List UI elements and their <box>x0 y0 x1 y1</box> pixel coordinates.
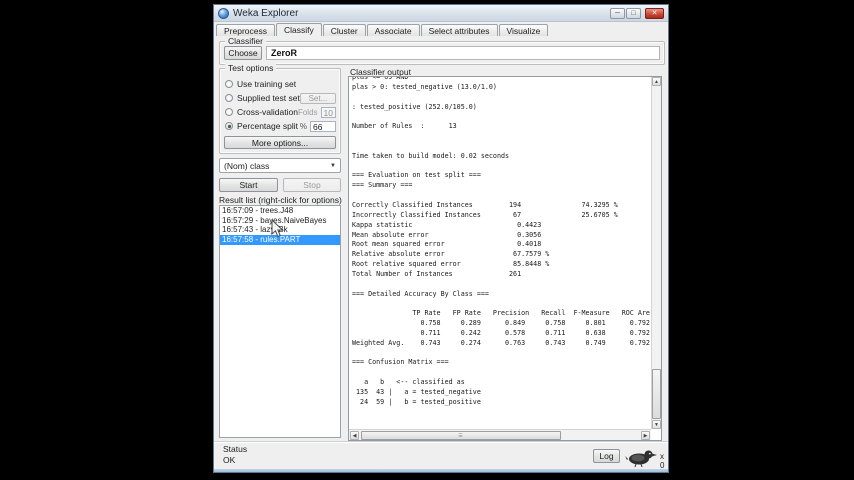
result-item[interactable]: 16:57:09 - trees.J48 <box>220 206 340 216</box>
minimize-button[interactable]: ─ <box>610 7 625 19</box>
choose-classifier-button[interactable]: Choose <box>224 46 262 60</box>
radio-icon[interactable] <box>225 94 233 102</box>
radio-icon[interactable] <box>225 108 233 116</box>
test-option-label: Cross-validation <box>237 107 298 117</box>
scroll-down-icon[interactable]: ▼ <box>652 420 661 429</box>
test-option-supplied-test-set[interactable]: Supplied test set Set... <box>224 91 336 105</box>
maximize-button[interactable]: □ <box>626 7 641 19</box>
classifier-output-text: plas <= 69 AND plas > 0: tested_negative… <box>352 76 650 406</box>
percentage-split-value-field[interactable]: 66 <box>310 120 336 132</box>
test-options-group-label: Test options <box>225 63 277 73</box>
status-bar: Status OK Log x 0 <box>214 441 668 470</box>
classifier-group-label: Classifier <box>225 36 266 46</box>
radio-icon[interactable] <box>225 80 233 88</box>
classifier-scheme-field[interactable]: ZeroR <box>266 46 660 60</box>
test-options-group: Test options Use training set Supplied te… <box>219 63 341 154</box>
start-button[interactable]: Start <box>219 178 278 192</box>
scroll-right-icon[interactable]: ▶ <box>641 431 650 440</box>
set-test-set-button[interactable]: Set... <box>299 92 336 104</box>
class-attribute-dropdown[interactable]: (Nom) class ▼ <box>219 158 341 173</box>
horizontal-scroll-thumb[interactable]: ☰ <box>361 431 561 440</box>
cross-validation-value-field[interactable]: 10 <box>320 106 336 118</box>
classifier-group: Classifier Choose ZeroR <box>219 36 665 65</box>
grip-dots-icon: ☰ <box>458 432 464 439</box>
test-options-list: Use training set Supplied test set Set... C… <box>224 77 336 133</box>
test-option-label: Supplied test set <box>237 93 300 103</box>
tab-bar: Preprocess Classify Cluster Associate Select… <box>216 23 666 36</box>
tab-preprocess[interactable]: Preprocess <box>216 24 275 36</box>
mouse-cursor <box>271 218 284 243</box>
horizontal-scrollbar[interactable]: ◀ ☰ ▶ <box>349 429 651 440</box>
tab-visualize[interactable]: Visualize <box>498 24 549 36</box>
test-option-cross-validation[interactable]: Cross-validation Folds 10 <box>224 105 336 119</box>
more-options-button[interactable]: More options... <box>224 136 336 149</box>
vertical-scrollbar[interactable]: ▲ ▼ <box>651 77 661 429</box>
status-label: Status <box>223 444 248 454</box>
weka-app-icon <box>218 7 229 19</box>
radio-icon[interactable] <box>225 122 233 130</box>
log-button[interactable]: Log <box>593 449 620 463</box>
scroll-left-icon[interactable]: ◀ <box>350 431 359 440</box>
tab-select-attributes[interactable]: Select attributes <box>420 24 498 36</box>
window-controls: ─ □ ✕ <box>610 7 664 19</box>
folds-label: Folds <box>297 107 318 117</box>
stop-button[interactable]: Stop <box>283 178 341 192</box>
test-option-use-training-set[interactable]: Use training set <box>224 77 336 91</box>
tab-cluster[interactable]: Cluster <box>322 24 366 36</box>
window-bottom-border <box>214 469 668 472</box>
test-option-label: Percentage split <box>237 121 298 131</box>
classifier-output-panel: plas <= 69 AND plas > 0: tested_negative… <box>348 76 662 441</box>
scroll-up-icon[interactable]: ▲ <box>652 77 661 86</box>
title-bar[interactable]: Weka Explorer ─ □ ✕ <box>214 5 668 22</box>
weka-bird-counter: x 0 <box>660 452 665 470</box>
desktop: Weka Explorer ─ □ ✕ Preprocess Classify Cl… <box>0 0 854 480</box>
class-attribute-value: (Nom) class <box>224 160 270 171</box>
result-list-label: Result list (right-click for options) <box>219 195 342 205</box>
close-button[interactable]: ✕ <box>645 7 664 19</box>
status-value: OK <box>223 455 236 465</box>
--label: % <box>299 121 307 131</box>
vertical-scroll-thumb[interactable] <box>652 369 661 419</box>
tab-classify[interactable]: Classify <box>276 23 322 36</box>
test-option-label: Use training set <box>237 79 297 89</box>
chevron-down-icon: ▼ <box>330 162 336 169</box>
tab-associate[interactable]: Associate <box>366 24 420 36</box>
window-title: Weka Explorer <box>233 7 299 19</box>
test-option-percentage-split[interactable]: Percentage split% 66 <box>224 119 336 133</box>
